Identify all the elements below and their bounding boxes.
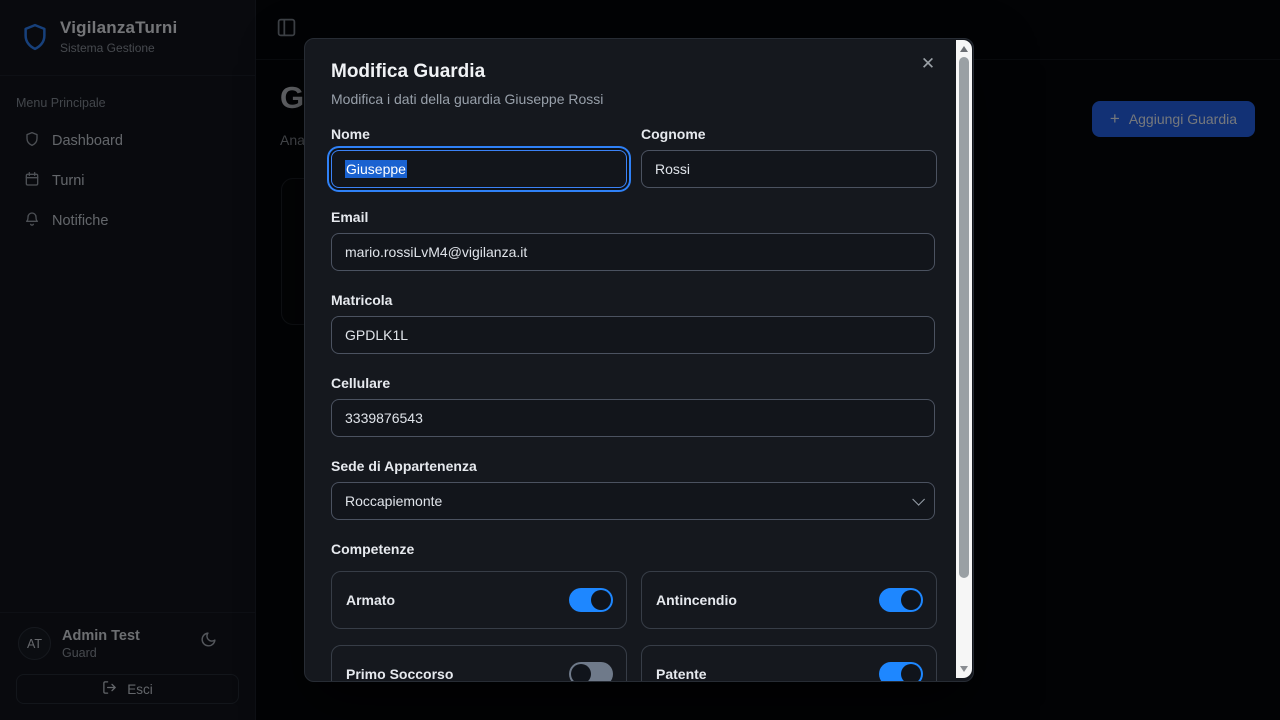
armato-switch[interactable]	[569, 588, 613, 612]
patente-switch[interactable]	[879, 662, 923, 681]
toggle-card-patente: Patente	[641, 645, 937, 681]
switch-knob	[901, 590, 921, 610]
email-label: Email	[331, 209, 935, 225]
sede-select[interactable]: Roccapiemonte	[331, 482, 935, 520]
modal-scrollbar[interactable]	[956, 40, 972, 678]
switch-knob	[901, 664, 921, 681]
scroll-up-arrow-icon[interactable]	[956, 42, 972, 56]
edit-guard-modal: Modifica Guardia Modifica i dati della g…	[304, 38, 974, 682]
modal-subtitle: Modifica i dati della guardia Giuseppe R…	[331, 91, 935, 107]
toggle-card-primo-soccorso: Primo Soccorso	[331, 645, 627, 681]
switch-knob	[571, 664, 591, 681]
chevron-down-icon	[912, 493, 925, 506]
toggle-label: Antincendio	[656, 592, 737, 608]
scroll-down-arrow-icon[interactable]	[956, 662, 972, 676]
antincendio-switch[interactable]	[879, 588, 923, 612]
modal-content: Modifica Guardia Modifica i dati della g…	[305, 39, 957, 681]
cognome-label: Cognome	[641, 126, 937, 142]
toggle-label: Primo Soccorso	[346, 666, 453, 681]
cellulare-value: 3339876543	[345, 410, 423, 426]
app-screen: VigilanzaTurni Sistema Gestione Menu Pri…	[0, 0, 1280, 720]
toggle-card-antincendio: Antincendio	[641, 571, 937, 629]
close-icon[interactable]: ✕	[917, 53, 939, 75]
nome-label: Nome	[331, 126, 627, 142]
toggle-label: Patente	[656, 666, 707, 681]
nome-input[interactable]: Giuseppe	[331, 150, 627, 188]
sede-label: Sede di Appartenenza	[331, 458, 935, 474]
matricola-label: Matricola	[331, 292, 935, 308]
cognome-input[interactable]: Rossi	[641, 150, 937, 188]
email-value: mario.rossiLvM4@vigilanza.it	[345, 244, 527, 260]
matricola-value: GPDLK1L	[345, 327, 408, 343]
sede-value: Roccapiemonte	[345, 493, 442, 509]
switch-knob	[591, 590, 611, 610]
cognome-value: Rossi	[655, 161, 690, 177]
cellulare-input[interactable]: 3339876543	[331, 399, 935, 437]
modal-title: Modifica Guardia	[331, 61, 935, 83]
scrollbar-thumb[interactable]	[959, 57, 969, 578]
cellulare-label: Cellulare	[331, 375, 935, 391]
primo-soccorso-switch[interactable]	[569, 662, 613, 681]
email-input[interactable]: mario.rossiLvM4@vigilanza.it	[331, 233, 935, 271]
matricola-input[interactable]: GPDLK1L	[331, 316, 935, 354]
toggle-label: Armato	[346, 592, 395, 608]
toggle-card-armato: Armato	[331, 571, 627, 629]
nome-selected-text: Giuseppe	[345, 160, 407, 178]
competenze-label: Competenze	[331, 541, 935, 557]
